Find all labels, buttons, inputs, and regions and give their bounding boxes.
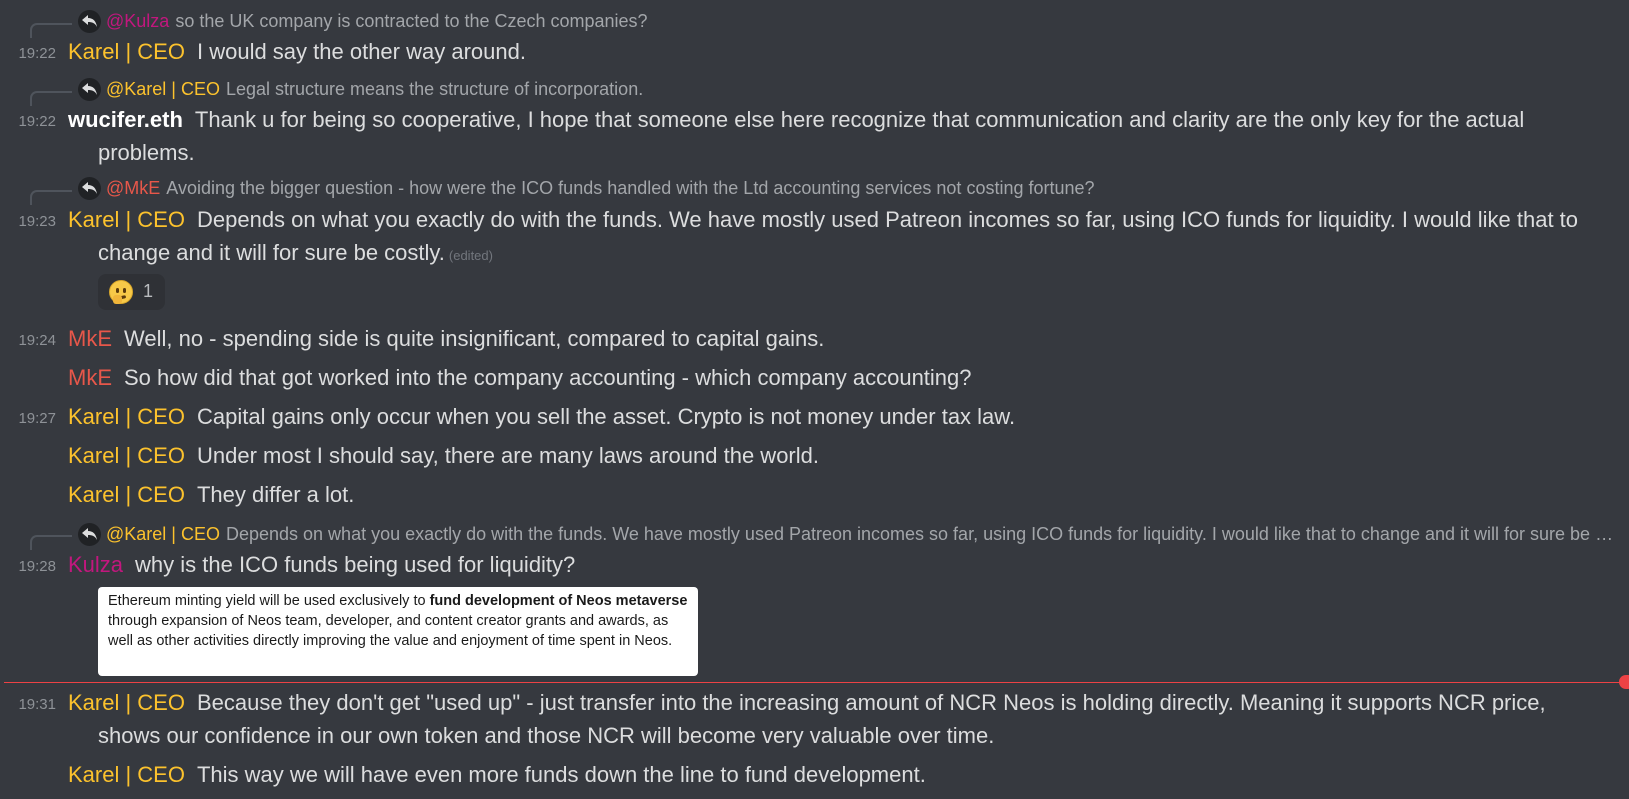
author-name[interactable]: Karel | CEO (68, 404, 185, 429)
reply-text: Legal structure means the structure of i… (225, 79, 644, 99)
author-name[interactable]: wucifer.eth (68, 107, 183, 132)
reply-mention[interactable]: @Karel | CEO (106, 79, 220, 99)
message-content: Karel | CEO They differ a lot. (68, 478, 1619, 511)
reply-mention[interactable]: @MkE (106, 178, 160, 198)
author-name[interactable]: Karel | CEO (68, 443, 185, 468)
reply-arrow-icon (78, 10, 101, 33)
message-text: So how did that got worked into the comp… (124, 365, 972, 390)
reply-mention[interactable]: @Karel | CEO (106, 524, 220, 544)
message-text: Well, no - spending side is quite insign… (124, 326, 825, 351)
message-content: Karel | CEO Capital gains only occur when… (68, 400, 1619, 433)
message-text-continued: shows our confidence in our own token an… (98, 723, 995, 748)
author-name[interactable]: MkE (68, 365, 112, 390)
message-content: Karel | CEO This way we will have even mo… (68, 758, 1619, 791)
author-name[interactable]: Karel | CEO (68, 762, 185, 787)
message-text: why is the ICO funds being used for liqu… (135, 552, 576, 577)
reply-arrow-icon (78, 523, 101, 546)
message-content: Kulza why is the ICO funds being used for… (68, 548, 1619, 581)
message-content: Karel | CEO Because they don't get "used … (68, 686, 1619, 719)
new-messages-flag (1619, 675, 1629, 689)
message-text: Under most I should say, there are many … (196, 443, 819, 468)
timestamp[interactable]: 19:31 (0, 696, 56, 713)
message-text: Because they don't get "used up" - just … (196, 690, 1546, 715)
timestamp[interactable]: 19:24 (0, 332, 56, 349)
message-content: Karel | CEO Depends on what you exactly d… (68, 203, 1619, 236)
timestamp[interactable]: 19:27 (0, 410, 56, 427)
message-text: Thank u for being so cooperative, I hope… (194, 107, 1525, 132)
image-attachment[interactable]: Ethereum minting yield will be used excl… (98, 587, 698, 676)
message-text: Depends on what you exactly do with the … (196, 207, 1579, 232)
message-text: Capital gains only occur when you sell t… (196, 404, 1016, 429)
thinking-face-emoji-icon (109, 280, 133, 304)
reply-preview[interactable]: @Kulza so the UK company is contracted to… (106, 9, 1619, 33)
embed-text: Ethereum minting yield will be used excl… (108, 593, 430, 609)
reply-arrow-icon (78, 177, 101, 200)
message-text: This way we will have even more funds do… (196, 762, 926, 787)
timestamp[interactable]: 19:22 (0, 45, 56, 62)
embed-bold-text: fund development of Neos metaverse (429, 593, 688, 609)
message-text-continued: problems. (98, 140, 195, 165)
reaction-count: 1 (143, 281, 154, 301)
message-content: wucifer.eth Thank u for being so cooperat… (68, 103, 1619, 136)
message-content: MkE Well, no - spending side is quite ins… (68, 322, 1619, 355)
reply-preview[interactable]: @MkE Avoiding the bigger question - how w… (106, 176, 1619, 200)
message-content: Karel | CEO I would say the other way aro… (68, 35, 1619, 68)
reply-spine (30, 91, 72, 106)
reply-spine (30, 23, 72, 38)
reaction-button[interactable]: 1 (98, 274, 165, 310)
message-text: change and it will for sure be costly. (98, 240, 445, 265)
author-name[interactable]: Karel | CEO (68, 482, 185, 507)
author-name[interactable]: MkE (68, 326, 112, 351)
reply-preview[interactable]: @Karel | CEO Legal structure means the st… (106, 77, 1619, 101)
timestamp[interactable]: 19:28 (0, 558, 56, 575)
message-text: They differ a lot. (196, 482, 355, 507)
message-content: Karel | CEO Under most I should say, ther… (68, 439, 1619, 472)
reply-text: Avoiding the bigger question - how were … (166, 178, 1095, 198)
author-name[interactable]: Kulza (68, 552, 123, 577)
new-messages-divider (4, 682, 1629, 683)
reply-spine (30, 535, 72, 550)
message-content: MkE So how did that got worked into the c… (68, 361, 1619, 394)
edited-label: (edited) (448, 248, 493, 263)
reply-text: so the UK company is contracted to the C… (175, 11, 648, 31)
reply-preview[interactable]: @Karel | CEO Depends on what you exactly … (106, 522, 1619, 546)
reply-text: Depends on what you exactly do with the … (225, 524, 1619, 544)
embed-text: through expansion of Neos team, develope… (108, 613, 673, 649)
reply-spine (30, 190, 72, 205)
timestamp[interactable]: 19:23 (0, 213, 56, 230)
reply-arrow-icon (78, 78, 101, 101)
author-name[interactable]: Karel | CEO (68, 207, 185, 232)
author-name[interactable]: Karel | CEO (68, 39, 185, 64)
reply-mention[interactable]: @Kulza (106, 11, 169, 31)
author-name[interactable]: Karel | CEO (68, 690, 185, 715)
message-text: I would say the other way around. (196, 39, 526, 64)
timestamp[interactable]: 19:22 (0, 113, 56, 130)
message-text-continued: change and it will for sure be costly. (e… (98, 236, 493, 272)
